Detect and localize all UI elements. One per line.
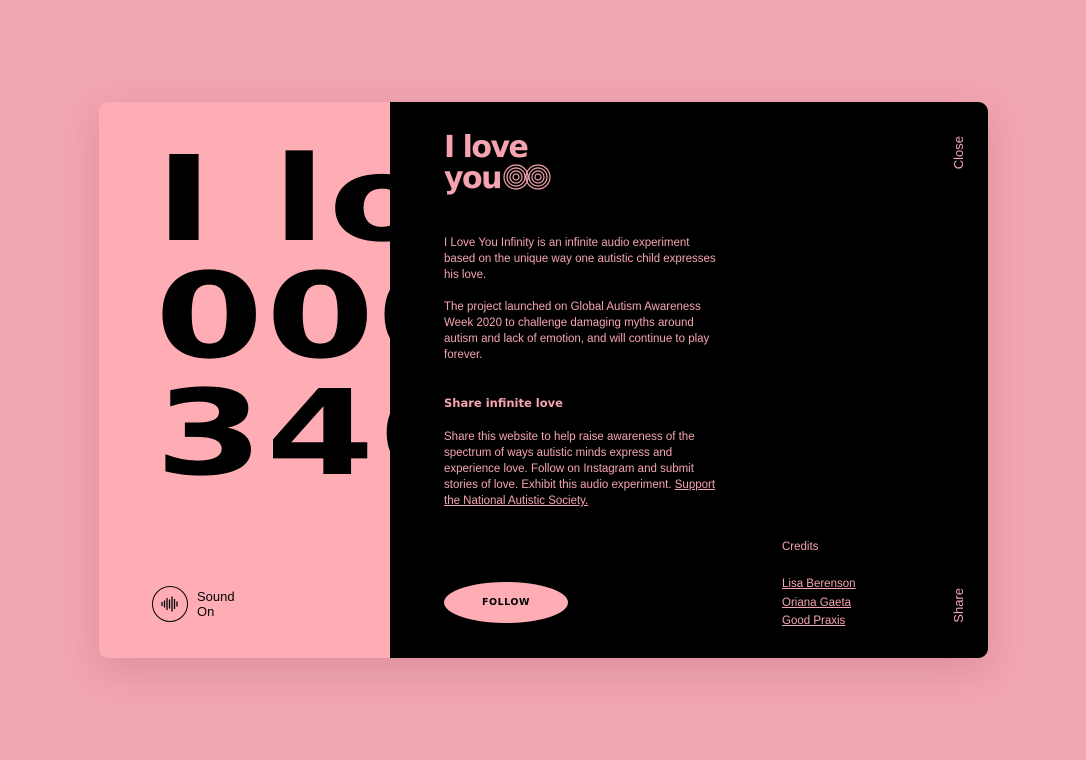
about-text: I Love You Infinity is an infinite audio… [444,235,724,379]
share-button[interactable]: Share [951,588,966,623]
credit-link-oriana-gaeta[interactable]: Oriana Gaeta [782,597,851,609]
about-paragraph-1: I Love You Infinity is an infinite audio… [444,237,716,281]
share-paragraph: Share this website to help raise awarene… [444,431,695,491]
logo-line-1: I love [444,130,529,165]
sound-label: Sound On [197,589,245,619]
counter-line-3: 346 [155,364,390,502]
info-panel: I love you Close I Love You Infinity is … [390,102,988,658]
logo: I love you [444,130,551,196]
credits-list: Lisa Berenson Oriana Gaeta Good Praxis [782,575,856,631]
about-modal: I love 000 346 Sound [99,102,988,658]
logo-line-2: you [444,160,503,196]
counter-panel: I love 000 346 Sound [99,102,390,658]
close-button[interactable]: Close [951,136,966,169]
sound-label-line-1: Sound [197,589,235,604]
share-heading: Share infinite love [444,396,563,410]
follow-button[interactable]: FOLLOW [444,582,568,623]
share-text: Share this website to help raise awarene… [444,429,724,509]
credits-heading: Credits [782,541,819,553]
sound-toggle-button[interactable]: Sound On [152,586,245,622]
sound-label-line-2: On [197,604,215,619]
soundwave-icon [152,586,188,622]
credit-link-lisa-berenson[interactable]: Lisa Berenson [782,578,856,590]
about-paragraph-2: The project launched on Global Autism Aw… [444,301,710,361]
infinity-icon [503,163,551,195]
counter-line-2: 000 [155,247,390,385]
counter-line-1: I love [155,130,390,268]
credit-link-good-praxis[interactable]: Good Praxis [782,615,845,627]
